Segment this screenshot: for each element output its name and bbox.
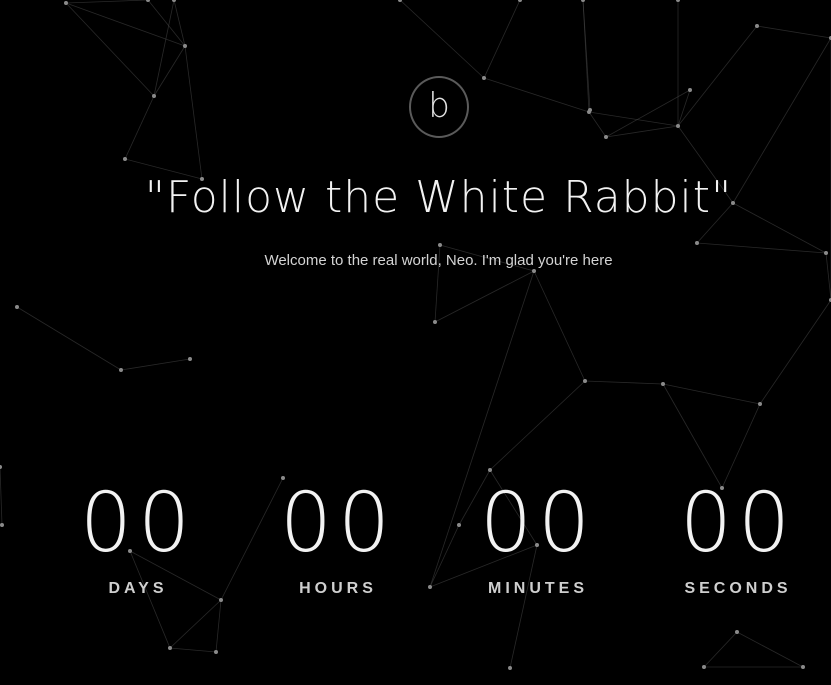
logo-badge: b — [409, 76, 469, 138]
network-line — [65, 2, 186, 47]
network-line — [605, 89, 691, 138]
network-node — [508, 666, 512, 670]
network-line — [605, 125, 679, 138]
countdown-minutes-value: 00 — [479, 476, 597, 571]
network-line — [65, 2, 155, 97]
network-node — [64, 1, 68, 5]
network-line — [169, 599, 222, 649]
network-line — [16, 306, 122, 371]
network-node — [755, 24, 759, 28]
network-line — [736, 631, 804, 668]
network-node — [123, 157, 127, 161]
countdown-minutes: 00 MINUTES — [438, 480, 638, 598]
network-node — [758, 402, 762, 406]
network-node — [676, 124, 680, 128]
network-node — [604, 135, 608, 139]
network-node — [801, 665, 805, 669]
network-line — [677, 25, 758, 127]
network-node — [581, 0, 585, 2]
network-node — [15, 305, 19, 309]
network-node — [482, 76, 486, 80]
countdown-days: 00 DAYS — [38, 480, 238, 598]
network-line — [434, 270, 535, 323]
network-node — [0, 465, 2, 469]
page-subtitle: Welcome to the real world, Neo. I'm glad… — [264, 252, 613, 269]
network-node — [688, 88, 692, 92]
network-line — [489, 380, 586, 471]
network-line — [483, 77, 590, 113]
countdown-days-label: DAYS — [108, 580, 168, 597]
countdown-seconds: 00 SECONDS — [638, 480, 831, 598]
logo-letter: b — [428, 86, 450, 126]
countdown-days-value: 00 — [79, 476, 197, 571]
network-node — [588, 108, 592, 112]
countdown-hours-value: 00 — [279, 476, 397, 571]
network-node — [702, 665, 706, 669]
network-line — [584, 380, 664, 385]
network-node — [661, 382, 665, 386]
network-node — [188, 357, 192, 361]
network-node — [172, 0, 176, 2]
network-line — [588, 111, 679, 127]
network-node — [518, 0, 522, 2]
network-node — [183, 44, 187, 48]
network-line — [184, 45, 203, 180]
network-line — [120, 358, 191, 371]
network-line — [0, 466, 3, 526]
network-line — [582, 0, 591, 111]
network-node — [438, 243, 442, 247]
network-line — [756, 25, 831, 39]
page-title: "Follow the White Rabbit" — [144, 172, 733, 223]
network-line — [662, 383, 723, 489]
network-line — [399, 0, 485, 79]
network-line — [169, 647, 217, 653]
network-node — [583, 379, 587, 383]
network-node — [488, 468, 492, 472]
network-node — [695, 241, 699, 245]
network-line — [153, 0, 175, 97]
network-node — [532, 269, 536, 273]
network-line — [759, 299, 831, 405]
network-node — [219, 598, 223, 602]
network-line — [662, 383, 761, 405]
network-node — [168, 646, 172, 650]
countdown-seconds-value: 00 — [679, 476, 797, 571]
network-node — [152, 94, 156, 98]
network-node — [119, 368, 123, 372]
network-node — [0, 523, 4, 527]
network-line — [153, 45, 186, 97]
countdown-seconds-label: SECONDS — [684, 580, 792, 597]
countdown-timer: 00 DAYS 00 HOURS 00 MINUTES 00 SECONDS — [38, 480, 831, 598]
network-node — [676, 0, 680, 2]
network-line — [124, 95, 155, 160]
network-line — [215, 599, 222, 653]
countdown-hours: 00 HOURS — [238, 480, 438, 598]
countdown-minutes-label: MINUTES — [488, 580, 588, 597]
network-line — [588, 111, 607, 138]
network-node — [214, 650, 218, 654]
network-line — [703, 631, 738, 668]
network-node — [735, 630, 739, 634]
network-line — [65, 0, 149, 4]
network-line — [533, 270, 586, 382]
countdown-hours-label: HOURS — [299, 580, 377, 597]
network-node — [433, 320, 437, 324]
network-line — [483, 0, 521, 79]
